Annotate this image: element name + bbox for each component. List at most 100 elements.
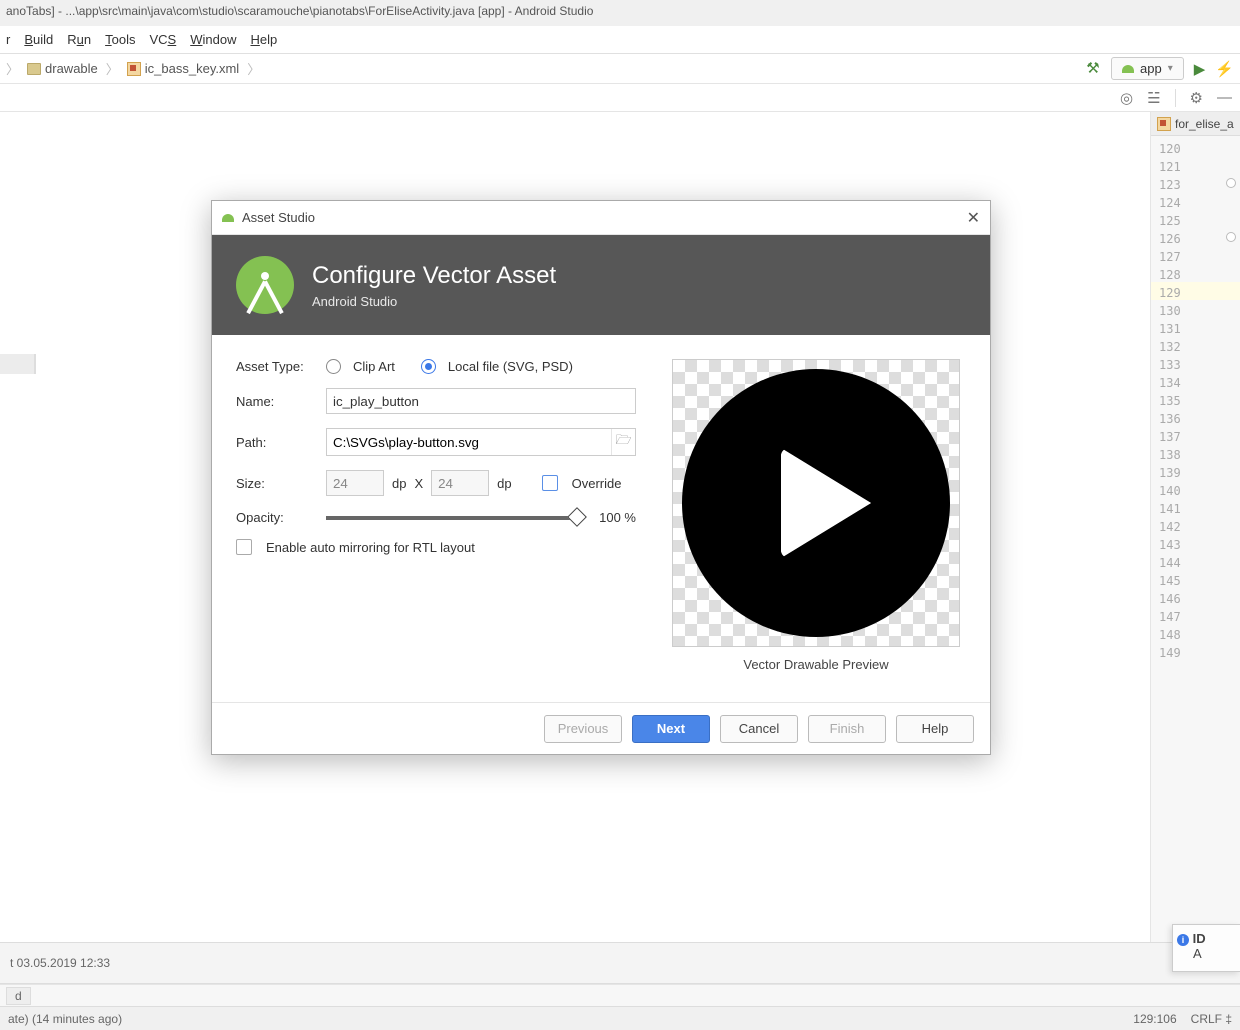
menu-tools[interactable]: Tools [105,32,135,47]
opacity-label: Opacity: [236,510,318,525]
target-icon[interactable]: ◎ [1120,89,1133,107]
preview-column: Vector Drawable Preview [666,359,966,672]
dialog-title-text: Asset Studio [242,210,315,225]
next-button[interactable]: Next [632,715,710,743]
run-config-selector[interactable]: app ▾ [1111,57,1184,80]
breadcrumb-item[interactable]: drawable [21,59,104,78]
editor-tab[interactable]: for_elise_a [1151,112,1240,136]
chevron-right-icon: 〉 [247,59,260,78]
toolbar-right: ⚒ app ▾ ▶ ⚡ [1085,57,1234,80]
width-input [326,470,384,496]
line-number: 139 [1151,462,1240,480]
line-number: 138 [1151,444,1240,462]
status-text: ate) (14 minutes ago) [8,1012,122,1026]
rtl-checkbox[interactable] [236,539,252,555]
help-button[interactable]: Help [896,715,974,743]
minimize-icon[interactable]: — [1217,89,1232,106]
opacity-slider[interactable] [326,516,578,520]
form-column: Asset Type: Clip Art Local file (SVG, PS… [236,359,636,672]
line-number: 132 [1151,336,1240,354]
slider-handle-icon[interactable] [567,507,587,527]
opacity-row: Opacity: 100 % [236,510,636,525]
line-number: 141 [1151,498,1240,516]
tool-window-text: t 03.05.2019 12:33 [10,956,110,970]
filter-icon[interactable]: ☱ [1147,89,1160,107]
folder-icon [27,63,41,75]
line-number: 142 [1151,516,1240,534]
nav-row: 〉 drawable 〉 ic_bass_key.xml 〉 ⚒ app ▾ ▶… [0,54,1240,84]
gear-icon[interactable]: ⚙ [1190,89,1203,107]
menu-help[interactable]: Help [250,32,277,47]
menu-vcs[interactable]: VCS [149,32,176,47]
local-file-radio[interactable] [421,359,436,374]
chevron-down-icon: ▾ [1168,63,1173,74]
line-number: 121 [1151,156,1240,174]
menu-window[interactable]: Window [190,32,236,47]
cancel-button[interactable]: Cancel [720,715,798,743]
dialog-header-title: Configure Vector Asset [312,262,556,290]
breadcrumb-item[interactable]: ic_bass_key.xml [121,59,245,78]
path-label: Path: [236,435,318,450]
menu-item[interactable]: r [6,32,10,47]
dialog-title-bar: Asset Studio ✕ [212,201,990,235]
dp-label: dp [392,476,406,491]
name-input[interactable] [326,388,636,414]
line-number: 124 [1151,192,1240,210]
cursor-position[interactable]: 129:106 [1133,1012,1176,1026]
breadcrumb-label: ic_bass_key.xml [145,61,239,76]
android-studio-logo-icon [236,256,294,314]
dialog-footer: Previous Next Cancel Finish Help [212,702,990,754]
android-icon [1122,65,1134,73]
line-number: 127 [1151,246,1240,264]
asset-studio-dialog: Asset Studio ✕ Configure Vector Asset An… [211,200,991,755]
run-icon[interactable]: ▶ [1194,60,1206,78]
line-number: 144 [1151,552,1240,570]
preview-caption: Vector Drawable Preview [666,657,966,672]
menu-run[interactable]: Run [67,32,91,47]
line-number: 125 [1151,210,1240,228]
ide-notification[interactable]: i ID A [1172,924,1240,972]
line-number: 140 [1151,480,1240,498]
dialog-header-subtitle: Android Studio [312,294,556,309]
notification-title: ID [1193,931,1206,946]
line-number: 135 [1151,390,1240,408]
path-input[interactable] [327,429,611,455]
line-number: 126 [1151,228,1240,246]
menu-bar: r Build Run Tools VCS Window Help [0,26,1240,54]
bottom-tab[interactable]: d [6,987,31,1005]
dp-label: dp [497,476,511,491]
xml-file-icon [1157,117,1171,131]
override-checkbox[interactable] [542,475,558,491]
clip-art-radio[interactable] [326,359,341,374]
apply-changes-icon[interactable]: ⚡ [1215,60,1234,78]
window-title-text: anoTabs] - ...\app\src\main\java\com\stu… [6,4,593,18]
close-icon[interactable]: ✕ [967,208,980,228]
folder-open-icon[interactable]: 🗁 [611,429,635,455]
line-numbers: 1201211231241251261271281291301311321331… [1151,136,1240,662]
opacity-value: 100 % [586,510,636,525]
window-title: anoTabs] - ...\app\src\main\java\com\stu… [0,0,1240,26]
breadcrumb-label: drawable [45,61,98,76]
name-label: Name: [236,394,318,409]
code-gutter: for_elise_a 1201211231241251261271281291… [1150,112,1240,984]
status-bar: ate) (14 minutes ago) 129:106 CRLF ‡ [0,1006,1240,1030]
line-number: 136 [1151,408,1240,426]
gutter-mark [0,354,36,374]
build-hammer-icon[interactable]: ⚒ [1085,61,1101,77]
separator [1175,89,1176,107]
line-number: 123 [1151,174,1240,192]
info-icon: i [1177,934,1189,946]
menu-build[interactable]: Build [24,32,53,47]
bottom-tab-strip: d [0,984,1240,1006]
previous-button: Previous [544,715,622,743]
xml-file-icon [127,62,141,76]
dialog-header: Configure Vector Asset Android Studio [212,235,990,335]
play-triangle-icon [781,448,871,558]
path-row: Path: 🗁 [236,428,636,456]
editor-toolbar: ◎ ☱ ⚙ — [0,84,1240,112]
play-button-icon [682,369,950,637]
preview-canvas [672,359,960,647]
line-number: 137 [1151,426,1240,444]
line-number: 145 [1151,570,1240,588]
line-ending[interactable]: CRLF ‡ [1191,1012,1232,1026]
